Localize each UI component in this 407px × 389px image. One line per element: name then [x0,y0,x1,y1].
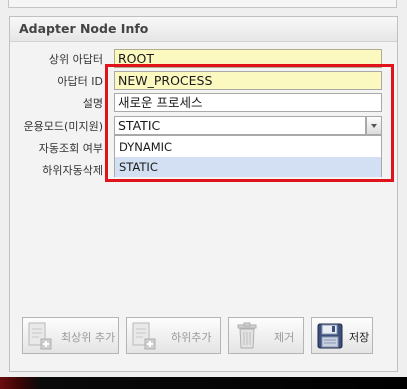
save-button[interactable]: 저장 [311,317,373,354]
auto-query-label: 자동조회 여부 [38,142,103,155]
top-strip [8,0,397,8]
adapter-panel: Adapter Node Info 상위 아답터 아답터 ID 설명 운용모드(… [0,0,407,377]
fieldset-header: Adapter Node Info [10,17,397,42]
delete-label: 제거 [274,331,295,344]
add-child-button[interactable]: 하위추가 [126,317,221,354]
add-document-icon [131,322,157,353]
description-label: 설명 [82,97,103,110]
parent-adapter-label: 상위 아답터 [48,53,103,66]
highlight-annotation-box [105,64,394,182]
child-auto-delete-label: 하위자동삭제 [42,164,103,177]
add-top-level-button[interactable]: 최상위 추가 [22,317,119,354]
fieldset-title: Adapter Node Info [19,21,149,36]
operation-mode-label: 운용모드(미지원) [23,120,103,133]
delete-button[interactable]: 제거 [228,317,304,354]
background-strip [0,377,407,389]
add-child-label: 하위추가 [171,331,212,344]
add-document-icon [27,322,53,353]
floppy-disk-icon [317,323,343,352]
save-label: 저장 [349,331,370,344]
add-top-level-label: 최상위 추가 [61,331,116,344]
trash-icon [235,322,259,353]
adapter-id-label: 아답터 ID [57,75,103,88]
